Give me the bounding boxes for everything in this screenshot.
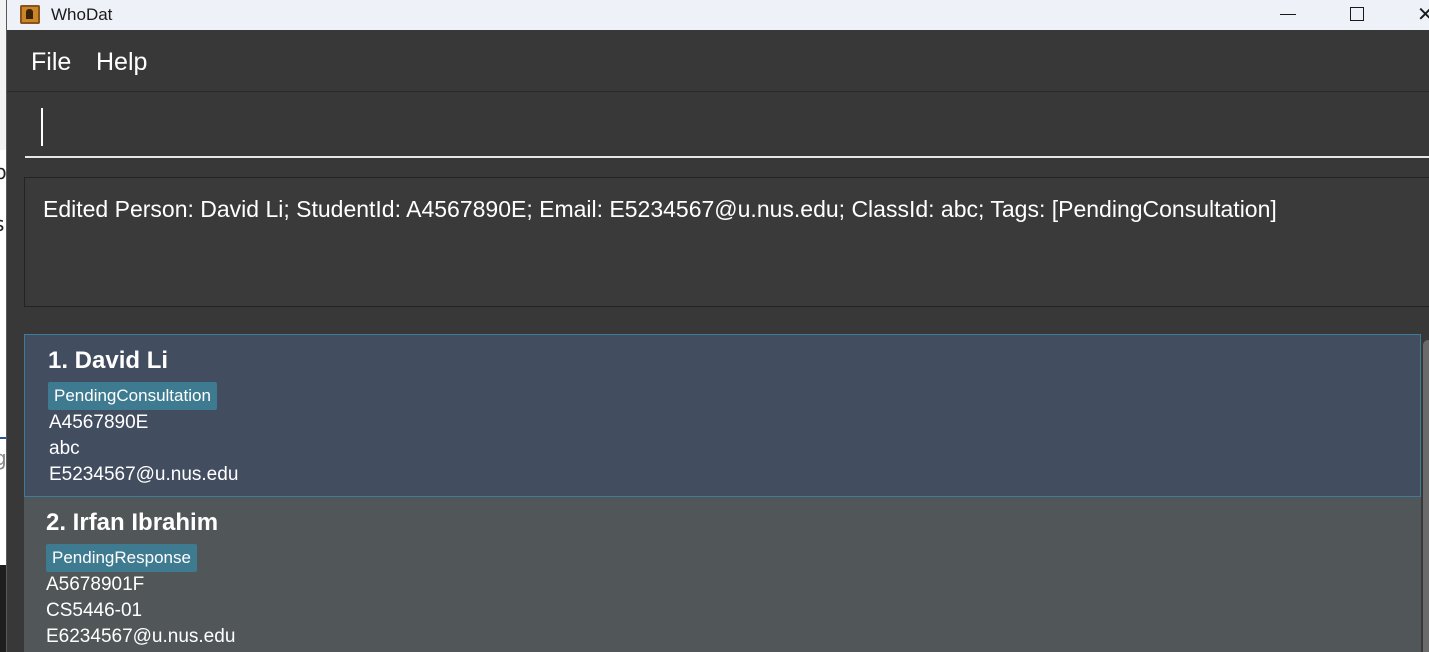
result-display-area: Edited Person: David Li; StudentId: A456… xyxy=(7,170,1429,318)
menu-bar: File Help xyxy=(7,36,1429,92)
title-bar[interactable]: WhoDat ✕ xyxy=(7,0,1429,30)
command-area xyxy=(7,92,1429,162)
person-name: 2. Irfan Ibrahim xyxy=(46,509,219,536)
person-student-id: A5678901F xyxy=(46,574,145,595)
person-card[interactable]: 1. David Li PendingConsultation A4567890… xyxy=(24,334,1421,497)
text-caret xyxy=(41,108,43,146)
person-email: E5234567@u.nus.edu xyxy=(49,464,239,485)
command-input[interactable] xyxy=(25,92,1429,158)
menu-file[interactable]: File xyxy=(31,48,71,77)
person-list: 1. David Li PendingConsultation A4567890… xyxy=(7,318,1429,652)
person-card[interactable]: 2. Irfan Ibrahim PendingResponse A567890… xyxy=(24,497,1421,652)
close-button[interactable]: ✕ xyxy=(1401,0,1429,30)
person-class-id: CS5446-01 xyxy=(46,600,143,621)
background-text-fragment: s xyxy=(0,212,4,236)
person-tag: PendingResponse xyxy=(46,544,197,572)
person-tag: PendingConsultation xyxy=(48,382,217,410)
person-email: E6234567@u.nus.edu xyxy=(46,626,236,647)
person-class-id: abc xyxy=(49,438,80,459)
menu-help[interactable]: Help xyxy=(96,48,147,77)
close-icon: ✕ xyxy=(1417,2,1429,26)
minimize-button[interactable] xyxy=(1265,0,1311,30)
result-display: Edited Person: David Li; StudentId: A456… xyxy=(24,177,1429,307)
maximize-button[interactable] xyxy=(1334,0,1380,30)
window-title: WhoDat xyxy=(51,5,113,24)
app-window: WhoDat ✕ File Help Edited Person: David … xyxy=(6,0,1429,652)
person-student-id: A4567890E xyxy=(49,412,149,433)
result-message: Edited Person: David Li; StudentId: A456… xyxy=(43,196,1277,222)
person-name: 1. David Li xyxy=(48,347,169,374)
address-book-icon xyxy=(20,5,40,24)
list-scrollbar[interactable] xyxy=(1423,340,1429,652)
